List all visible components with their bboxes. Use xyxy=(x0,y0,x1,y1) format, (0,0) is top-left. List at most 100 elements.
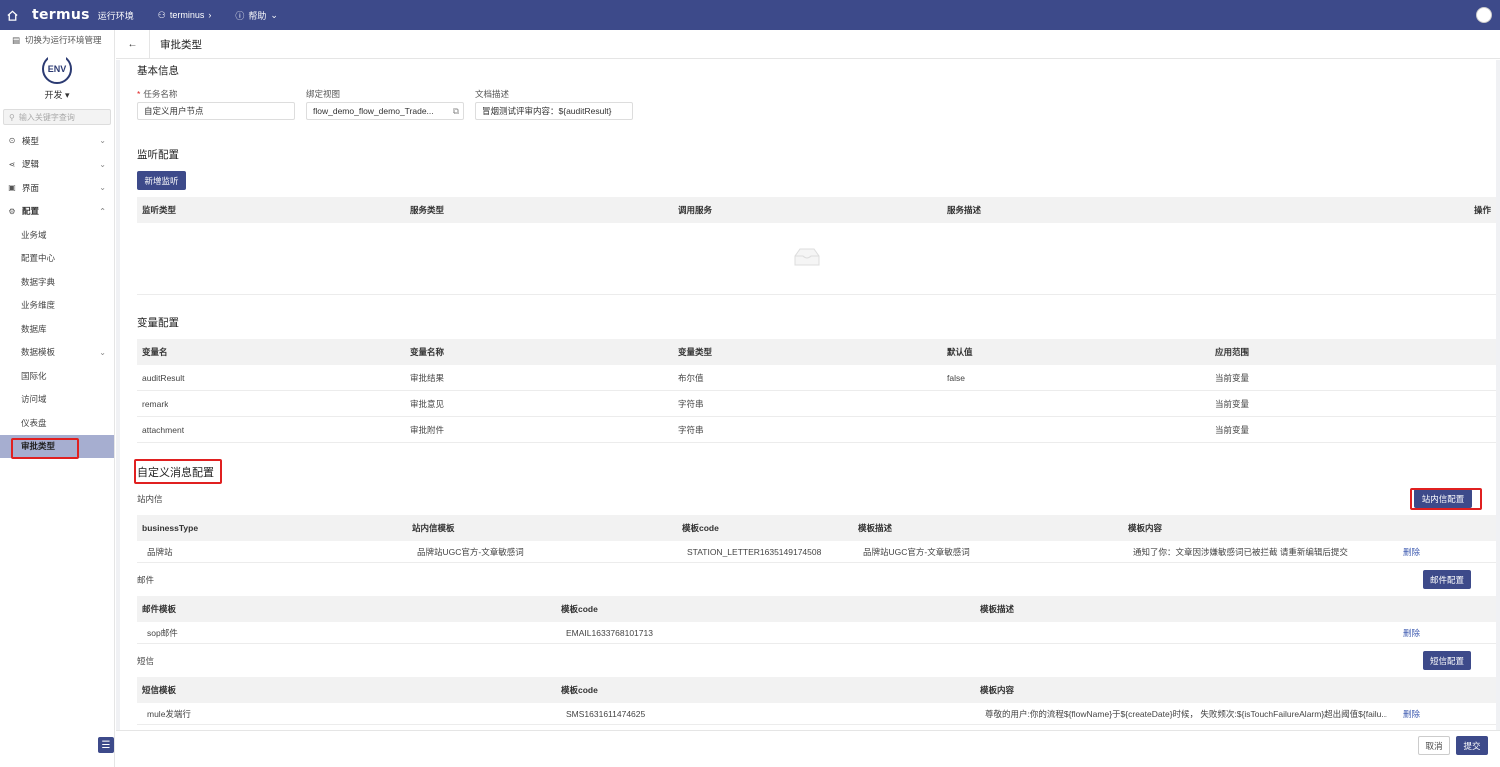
delete-link[interactable]: 删除 xyxy=(1403,541,1420,562)
breadcrumb-terminus[interactable]: terminus xyxy=(170,10,205,20)
task-name-label: * 任务名称 xyxy=(137,89,178,99)
col-header: 默认值 xyxy=(947,347,973,357)
station-table-header: businessType 站内信模板 模板code 模板描述 模板内容 xyxy=(137,515,1496,541)
env-select[interactable]: 开发 ▾ xyxy=(44,88,69,101)
sidebar-item-label: 业务维度 xyxy=(21,300,56,311)
task-name-label-text: 任务名称 xyxy=(143,89,178,99)
sidebar-item-logic[interactable]: ⋖ 逻辑 ⌄ xyxy=(0,153,114,177)
col-header: 短信模板 xyxy=(142,685,177,695)
section-title-variables: 变量配置 xyxy=(137,317,179,329)
sidebar-item-data-template[interactable]: 数据模板 ⌄ xyxy=(0,341,114,365)
sidebar-item-dashboard[interactable]: 仪表盘 xyxy=(0,411,114,435)
sidebar-item-label: 数据模板 xyxy=(21,347,56,358)
submit-button[interactable]: 提交 xyxy=(1456,736,1488,755)
logic-icon: ⋖ xyxy=(8,159,16,169)
sidebar-item-access-domain[interactable]: 访问域 xyxy=(0,388,114,412)
add-listener-button[interactable]: 新增监听 xyxy=(137,171,186,190)
col-header: 服务描述 xyxy=(947,205,982,215)
doc-desc-input[interactable]: 冒烟测试评审内容：${auditResult} xyxy=(475,102,633,120)
sidebar-item-label: 模型 xyxy=(22,135,40,146)
col-header: 操作 xyxy=(1473,205,1491,215)
switch-env-link[interactable]: ▤ 切换为运行环境管理 xyxy=(0,30,114,50)
copy-icon[interactable]: ⧉ xyxy=(453,106,459,117)
delete-link[interactable]: 删除 xyxy=(1403,703,1420,724)
table-row: attachment 审批附件 字符串 当前变量 xyxy=(137,417,1496,443)
table-row: remark 审批意见 字符串 当前变量 xyxy=(137,391,1496,417)
col-header: 应用范围 xyxy=(1215,347,1250,357)
sidebar-item-config[interactable]: ⚙ 配置 ⌃ xyxy=(0,200,114,224)
cell: false xyxy=(947,372,965,383)
top-bar: termus 运行环境 ⚇ terminus › ⓘ 帮助 ⌄ xyxy=(0,0,1500,30)
sidebar-item-label: 数据库 xyxy=(21,323,47,334)
collapse-sidebar-icon[interactable]: ☰ xyxy=(98,737,114,753)
chevron-down-icon: ⌄ xyxy=(99,159,106,169)
cell: 品牌站UGC官方-文章敏感词 xyxy=(863,546,970,557)
app-logo: termus xyxy=(32,7,90,23)
sidebar-item-label: 配置 xyxy=(22,206,40,217)
cell: 字符串 xyxy=(678,398,704,409)
sidebar-item-database[interactable]: 数据库 xyxy=(0,317,114,341)
section-title-basic: 基本信息 xyxy=(137,65,179,77)
station-letter-label: 站内信 xyxy=(137,494,163,504)
sidebar-item-ui[interactable]: ▣ 界面 ⌄ xyxy=(0,176,114,200)
sidebar-item-business-domain[interactable]: 业务域 xyxy=(0,223,114,247)
col-header: 邮件模板 xyxy=(142,604,177,614)
sidebar-item-i18n[interactable]: 国际化 xyxy=(0,364,114,388)
delete-link[interactable]: 删除 xyxy=(1403,622,1420,643)
help-icon: ⓘ xyxy=(235,10,245,21)
chevron-up-icon: ⌃ xyxy=(99,206,106,216)
sidebar-item-config-center[interactable]: 配置中心 xyxy=(0,247,114,271)
home-icon[interactable] xyxy=(0,0,24,30)
gear-icon: ⚙ xyxy=(8,206,16,216)
task-name-input[interactable]: 自定义用户节点 xyxy=(137,102,295,120)
cell: 通知了你：文章因涉嫌敏感词已被拦截 请重新编辑后提交 xyxy=(1133,546,1348,557)
cell: attachment xyxy=(142,424,185,435)
col-header: 模板描述 xyxy=(980,604,1015,614)
cell: 当前变量 xyxy=(1215,424,1250,435)
sidebar-item-label: 业务域 xyxy=(21,229,47,240)
listener-table-header: 监听类型 服务类型 调用服务 服务描述 操作 xyxy=(137,197,1496,223)
help-menu[interactable]: 帮助 xyxy=(248,9,266,22)
env-menu[interactable]: 运行环境 xyxy=(98,9,134,22)
cell: 审批结果 xyxy=(410,372,445,383)
cell: EMAIL1633768101713 xyxy=(566,627,653,638)
sidebar-item-business-dimension[interactable]: 业务维度 xyxy=(0,294,114,318)
col-header: 模板code xyxy=(682,523,719,533)
sidebar-item-label: 逻辑 xyxy=(22,159,40,170)
model-icon: ⊙ xyxy=(8,136,16,146)
col-header: 模板内容 xyxy=(1128,523,1163,533)
page-title: 审批类型 xyxy=(160,38,202,51)
sidebar-item-label: 数据字典 xyxy=(21,276,56,287)
email-config-button[interactable]: 邮件配置 xyxy=(1423,570,1471,589)
sidebar-item-data-dict[interactable]: 数据字典 xyxy=(0,270,114,294)
table-row: auditResult 审批结果 布尔值 false 当前变量 xyxy=(137,365,1496,391)
user-group-icon: ⚇ xyxy=(157,9,166,20)
cell: mule发端行 xyxy=(147,708,191,719)
form-panel: 基本信息 * 任务名称 自定义用户节点 绑定视图 flow_demo_flow_d… xyxy=(120,60,1496,730)
bind-view-label: 绑定视图 xyxy=(306,89,341,99)
bind-view-value: flow_demo_flow_demo_Trade... xyxy=(313,106,434,116)
col-header: businessType xyxy=(142,523,199,533)
table-row: sop邮件 EMAIL1633768101713 删除 xyxy=(137,622,1496,644)
env-name: ENV xyxy=(47,64,67,74)
env-logo: ENV xyxy=(42,54,72,84)
sidebar-search-input[interactable]: ⚲ 输入关键字查询 xyxy=(3,109,111,125)
avatar[interactable] xyxy=(1476,7,1492,23)
search-placeholder: 输入关键字查询 xyxy=(18,112,75,122)
sms-config-button[interactable]: 短信配置 xyxy=(1423,651,1471,670)
env-select-label: 开发 xyxy=(44,90,63,100)
email-label: 邮件 xyxy=(137,575,155,585)
search-icon: ⚲ xyxy=(9,112,15,122)
cell: 审批附件 xyxy=(410,424,445,435)
highlight-box xyxy=(11,438,79,459)
cell: SMS1631611474625 xyxy=(566,708,646,719)
back-arrow-icon[interactable]: ← xyxy=(116,29,150,59)
cell: 字符串 xyxy=(678,424,704,435)
table-row: mule发端行 SMS1631611474625 尊敬的用户:你的流程${flo… xyxy=(137,703,1496,725)
cancel-button[interactable]: 取消 xyxy=(1418,736,1450,755)
variables-table-header: 变量名 变量名称 变量类型 默认值 应用范围 xyxy=(137,339,1496,365)
sidebar-item-model[interactable]: ⊙ 模型 ⌄ xyxy=(0,129,114,153)
sms-table-header: 短信模板 模板code 模板内容 xyxy=(137,677,1496,703)
col-header: 站内信模板 xyxy=(412,523,455,533)
bind-view-input[interactable]: flow_demo_flow_demo_Trade... ⧉ xyxy=(306,102,464,120)
